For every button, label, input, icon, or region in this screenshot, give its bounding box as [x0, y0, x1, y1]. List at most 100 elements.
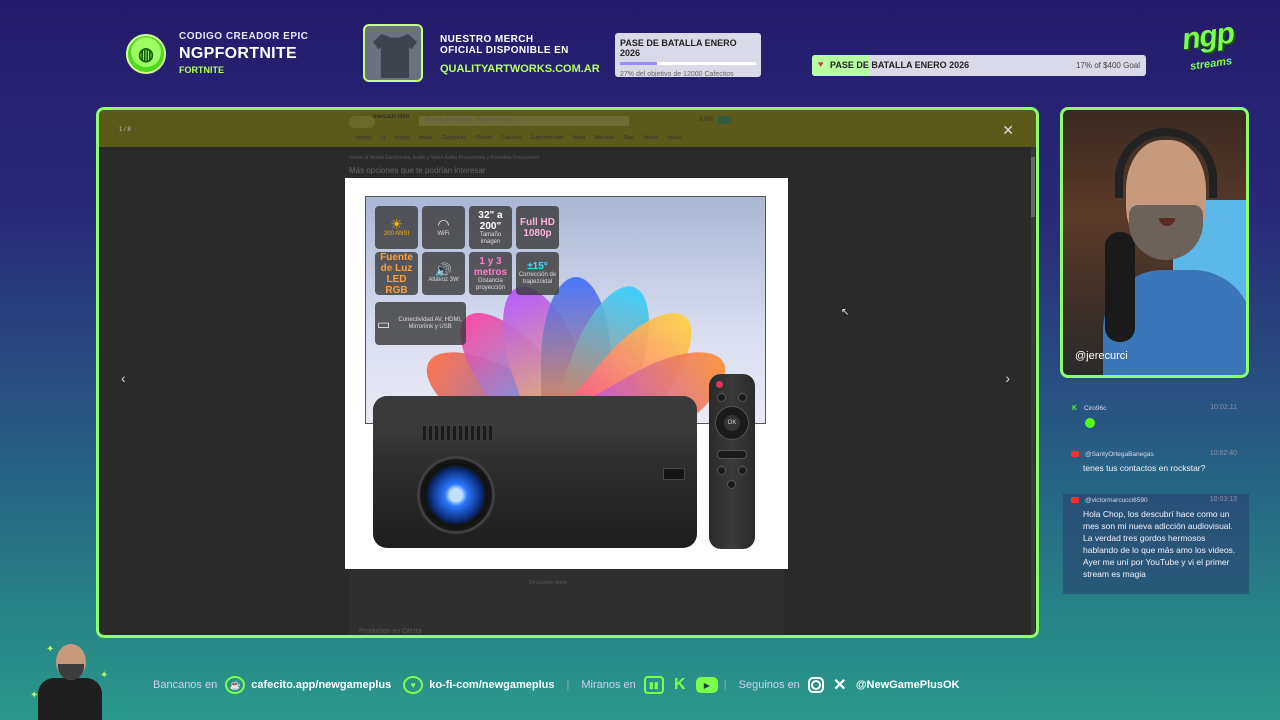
- chat-message: @victormarcucci6590 10:03:13 Hola Chop, lo…: [1063, 494, 1249, 594]
- image-counter: 1 / 8: [119, 127, 131, 133]
- ports-icon: ▭: [377, 315, 391, 332]
- site-nav[interactable]: Ingresá tu código postal Categorías Ofer…: [355, 135, 682, 141]
- youtube-icon: [1071, 497, 1079, 503]
- divider: |: [566, 679, 570, 691]
- merch-url: QUALITYARTWORKS.COM.AR: [440, 63, 600, 75]
- feature-badge: 1 y 3 metros Distancia proyección: [469, 252, 512, 295]
- chat-message: K Ciro96c 10:02:11: [1063, 402, 1249, 442]
- feature-label: 200 ANSI: [383, 231, 410, 238]
- mouse-cursor-icon: ↖: [841, 307, 850, 318]
- chat-username[interactable]: @SantyOrtegaBanegas: [1085, 451, 1154, 458]
- kick-icon: K: [1071, 404, 1078, 412]
- feature-badge: ☀ 200 ANSI: [375, 206, 418, 249]
- chat-timestamp: 10:03:13: [1209, 496, 1237, 503]
- social-handle[interactable]: @NewGamePlusOK: [856, 679, 960, 691]
- wifi-icon: ◠: [437, 216, 450, 233]
- power-button-icon: [716, 381, 723, 388]
- product-image[interactable]: ☀ 200 ANSI ◠ WiFi 32" a 200" Tamaño imagen Ful…: [345, 178, 788, 569]
- feature-value: Full HD 1080p: [520, 216, 555, 239]
- feature-label: Corrección de trapezoidal: [518, 272, 557, 285]
- kick-icon[interactable]: K: [670, 676, 690, 694]
- battle-pass-progress-bar: [620, 62, 756, 65]
- microphone: [1105, 232, 1135, 342]
- battle-pass-widget: PASE DE BATALLA ENERO 2026 27% del objet…: [615, 33, 761, 78]
- merch-text-block: NUESTRO MERCH OFICIAL DISPONIBLE EN QUAL…: [440, 34, 600, 76]
- goal-title: PASE DE BATALLA ENERO 2026: [830, 60, 970, 70]
- battle-pass-title: PASE DE BATALLA ENERO 2026: [620, 38, 737, 58]
- feature-value: 1 y 3 metros: [473, 255, 508, 278]
- feature-label: Conectividad AV, HDMI, Mirrorlink y USB: [398, 316, 462, 330]
- feature-label: Distancia proyección: [475, 277, 505, 291]
- projector: [373, 396, 697, 548]
- chevron-left-icon[interactable]: ‹: [121, 370, 126, 386]
- support-links: Bancanos en ☕ cafecito.app/newgameplus ♥…: [153, 674, 971, 696]
- divider: |: [723, 679, 727, 691]
- feature-label: Altavoz 3W: [428, 277, 459, 284]
- bottom-banner: ✦ ✦ ✦ Bancanos en ☕ cafecito.app/newgame…: [0, 644, 1280, 720]
- creator-code: NGPFORTNITE: [179, 45, 297, 62]
- more-options-heading: Más opciones que te podrían interesar: [349, 166, 486, 175]
- feature-value: Fuente de Luz LED RGB: [380, 251, 413, 296]
- chat-panel: K Ciro96c 10:02:11 @SantyOrtegaBanegas 10:02…: [1063, 398, 1249, 598]
- ngp-logo-text: ngp: [1179, 16, 1236, 57]
- feature-badge: Fuente de Luz LED RGB: [375, 251, 418, 296]
- youtube-icon[interactable]: ▶: [695, 677, 718, 693]
- feature-badge: ◠ WiFi: [422, 206, 465, 249]
- cafecito-icon: ☕: [225, 676, 246, 694]
- watch-label: Miranos en: [581, 679, 636, 691]
- merch-line-1: NUESTRO MERCH: [440, 34, 534, 45]
- feature-badge: 32" a 200" Tamaño imagen: [469, 206, 512, 249]
- chat-timestamp: 10:02:40: [1209, 450, 1237, 457]
- chat-emote-icon: [1085, 418, 1095, 428]
- streamer-avatar: ✦ ✦ ✦: [30, 640, 110, 720]
- chat-text: tenes tus contactos en rockstar?: [1083, 463, 1206, 473]
- chat-username[interactable]: Ciro96c: [1084, 405, 1106, 412]
- scrollbar[interactable]: [1031, 147, 1035, 635]
- kofi-link[interactable]: ko-fi-com/newgameplus: [429, 679, 554, 691]
- feature-value: ±15°: [527, 261, 548, 273]
- speaker-icon: 🔊: [434, 262, 453, 279]
- kofi-icon: ♥: [403, 676, 424, 694]
- site-search-input[interactable]: Buscar productos, marcas y más...: [419, 116, 629, 126]
- site-logo[interactable]: [349, 116, 375, 128]
- image-viewer-frame: mercado libre Buscar productos, marcas y…: [96, 107, 1039, 638]
- feature-value: 32" a 200": [478, 209, 503, 232]
- breadcrumb[interactable]: Volver al listado Electrónica, Audio y V…: [349, 155, 539, 161]
- bank-label: Bancanos en: [153, 679, 218, 691]
- site-header: mercado libre Buscar productos, marcas y…: [99, 110, 1036, 147]
- x-icon[interactable]: ✕: [830, 676, 850, 694]
- merch-shirt-image: [363, 24, 423, 82]
- feature-badge: ▭ Conectividad AV, HDMI, Mirrorlink y USB: [375, 302, 466, 345]
- creator-game: FORTNITE: [179, 65, 224, 75]
- projector-lens: [417, 456, 495, 534]
- youtube-icon: [1071, 451, 1079, 457]
- cafecito-link[interactable]: cafecito.app/newgameplus: [251, 679, 391, 691]
- sun-icon: ☀: [390, 216, 403, 233]
- chevron-right-icon[interactable]: ›: [1005, 370, 1010, 386]
- feature-badge: Full HD 1080p: [516, 206, 559, 249]
- feature-label: WiFi: [437, 231, 450, 238]
- chat-text: Hola Chop, los descubrí hace como un mes…: [1083, 509, 1236, 579]
- headset: [1115, 128, 1217, 198]
- close-icon[interactable]: ✕: [1002, 122, 1014, 139]
- creator-code-block: CODIGO CREADOR EPIC NGPFORTNITE FORTNITE: [179, 32, 309, 75]
- search-placeholder: Buscar productos, marcas y más...: [425, 117, 518, 123]
- twitch-icon[interactable]: ▮▮: [643, 676, 664, 694]
- remote-ok-label: OK: [724, 415, 740, 431]
- projection-screen: ☀ 200 ANSI ◠ WiFi 32" a 200" Tamaño imagen Ful…: [365, 196, 766, 424]
- heart-icon: ♥: [818, 59, 824, 69]
- merch-line-2: OFICIAL DISPONIBLE EN: [440, 44, 569, 56]
- chat-message: @SantyOrtegaBanegas 10:02:40 tenes tus con…: [1063, 448, 1249, 488]
- chat-username[interactable]: @victormarcucci6590: [1085, 497, 1148, 504]
- webcam-feed: @jerecurci: [1060, 107, 1249, 378]
- remote-control: OK: [709, 374, 755, 549]
- goal-amount: 17% of $400 Goal: [1075, 61, 1140, 70]
- streams-logo-text: streams: [1189, 55, 1233, 73]
- goal-progress-bar: ♥ PASE DE BATALLA ENERO 2026 17% of $400…: [812, 55, 1146, 76]
- top-banner: ◍ CODIGO CREADOR EPIC NGPFORTNITE FORTNI…: [0, 0, 1280, 100]
- ngp-streams-logo: ngp streams: [1179, 16, 1256, 78]
- page-section-title: Productos en Oferta: [359, 628, 422, 635]
- instagram-icon[interactable]: [807, 677, 824, 693]
- page-note: Devolución gratis: [529, 580, 568, 586]
- streamer-handle: @jerecurci: [1075, 350, 1128, 362]
